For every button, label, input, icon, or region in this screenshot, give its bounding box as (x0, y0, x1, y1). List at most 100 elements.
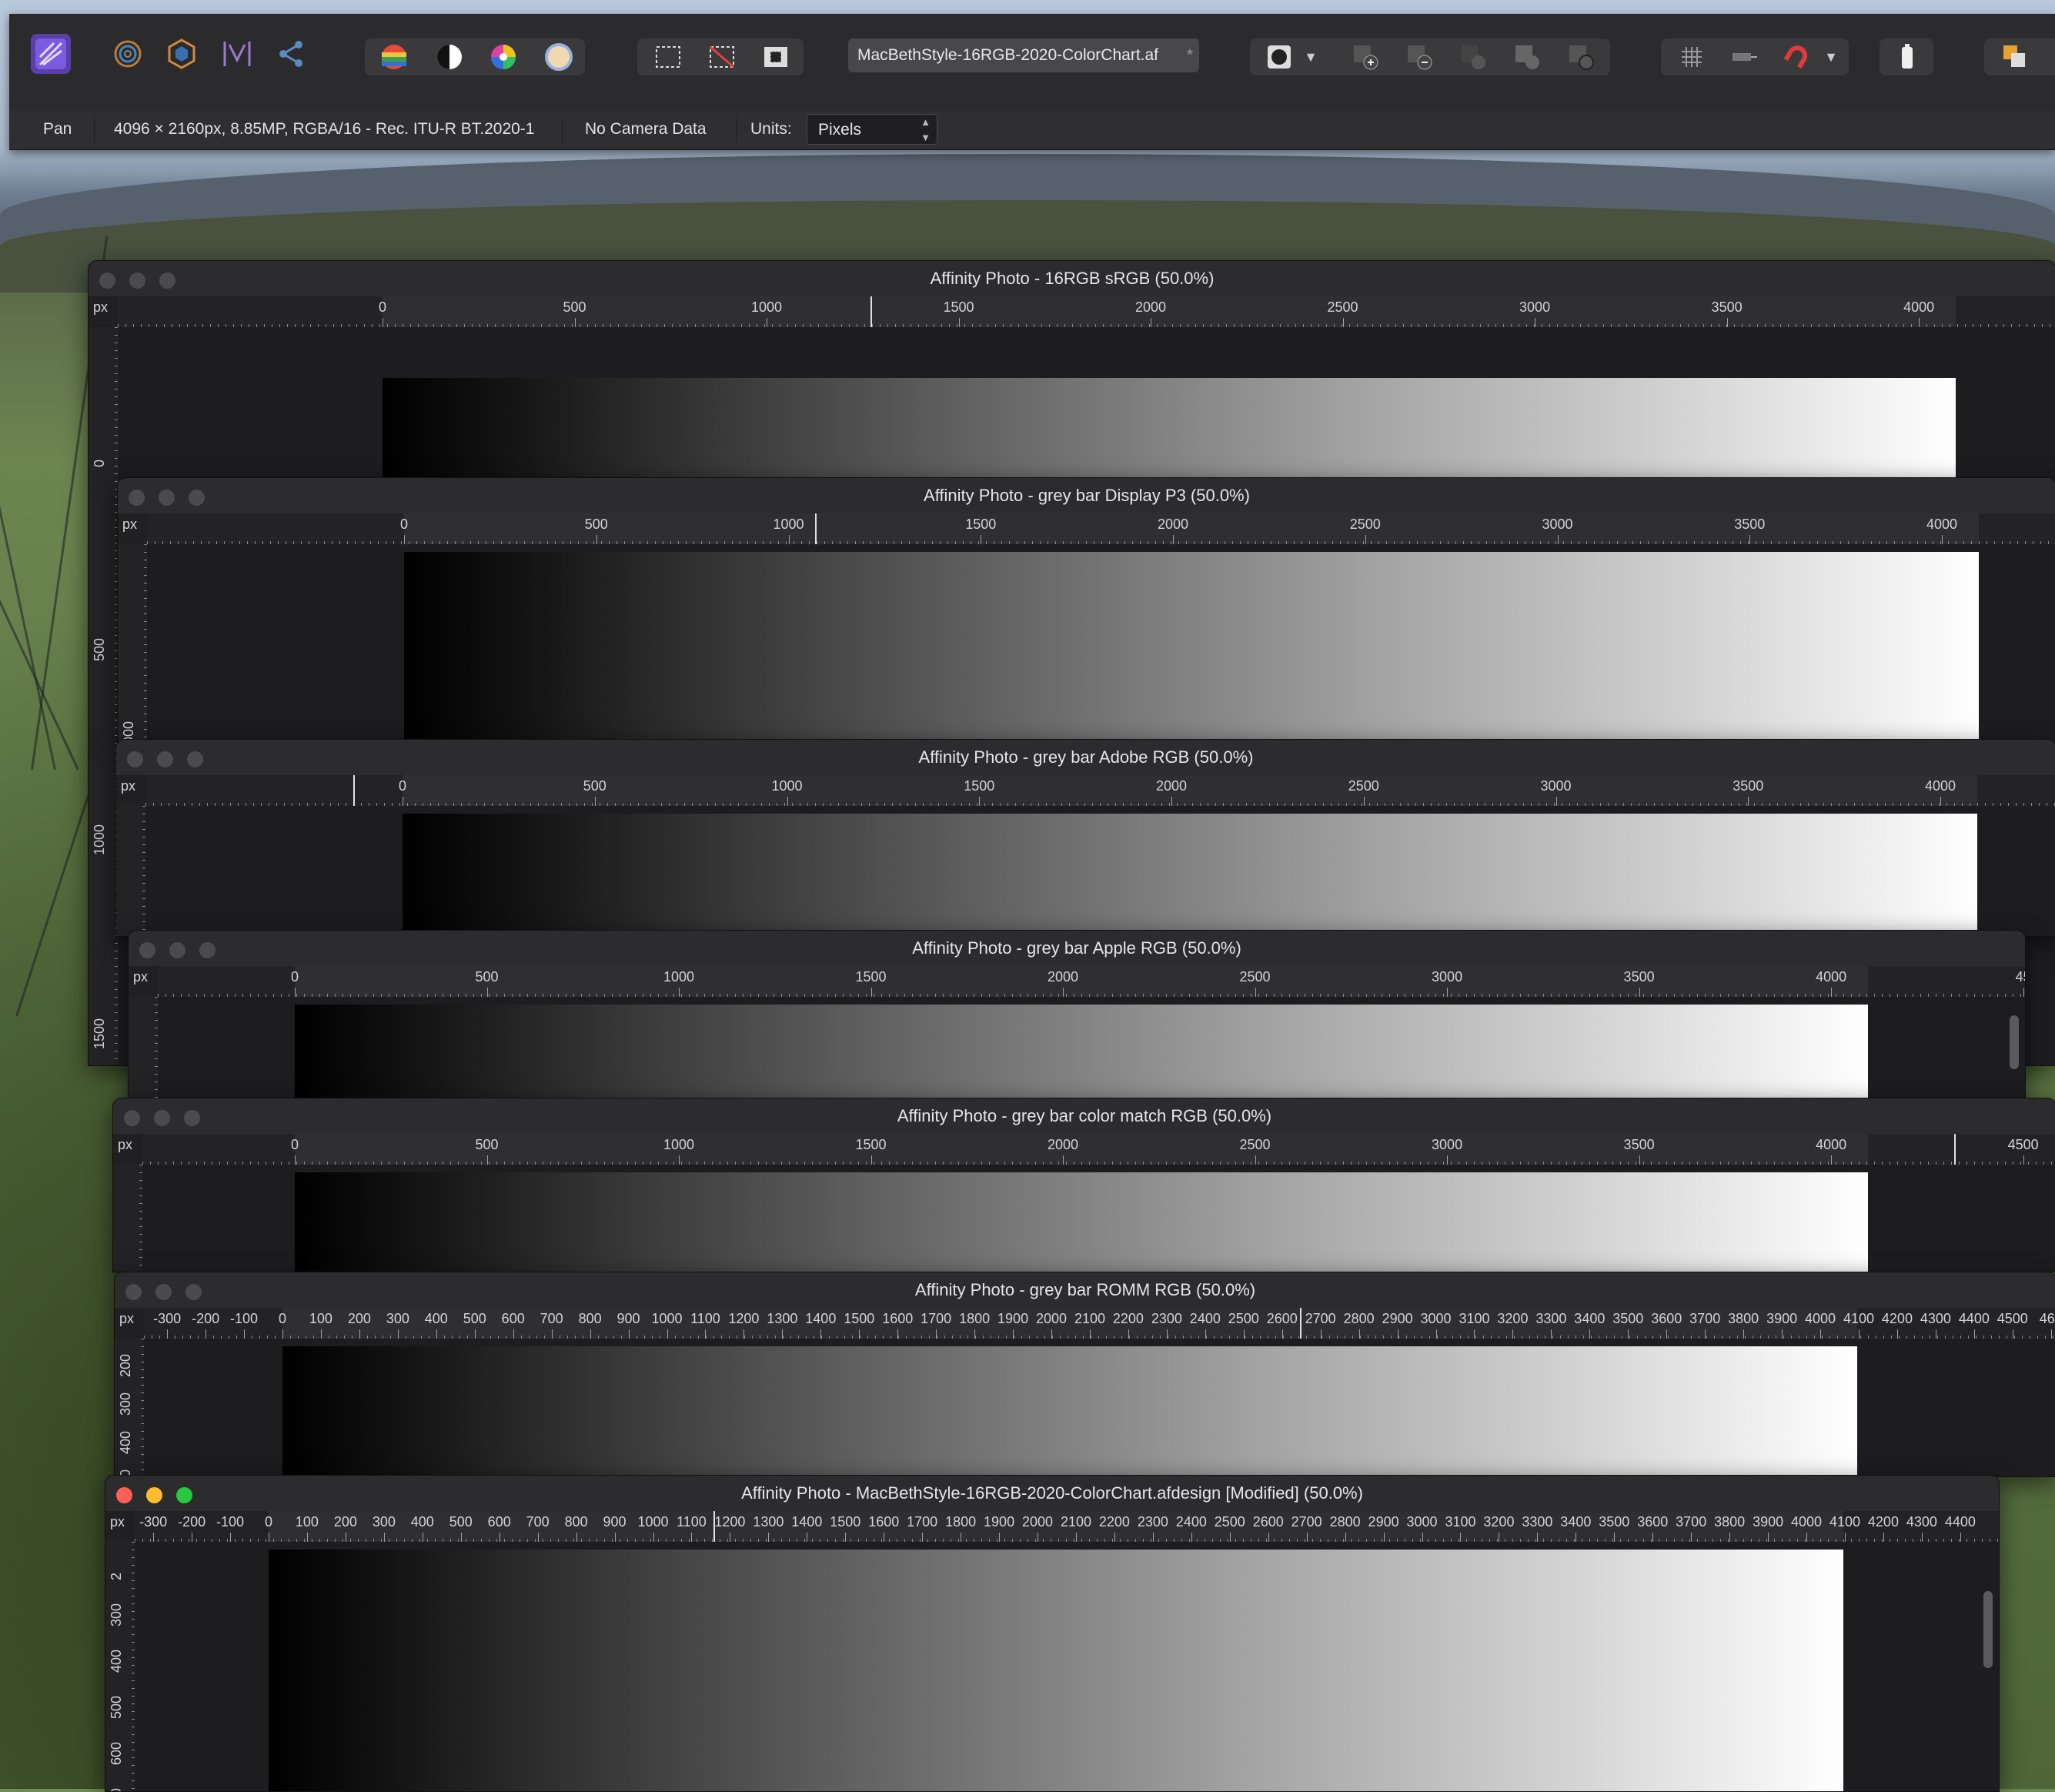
document-window[interactable]: Affinity Photo - grey bar Apple RGB (50.… (128, 930, 2026, 1105)
document-window[interactable]: Affinity Photo - grey bar Display P3 (50… (117, 477, 2055, 744)
document-window[interactable]: Affinity Photo - MacBethStyle-16RGB-2020… (105, 1475, 2000, 1792)
vertical-ruler[interactable]: 2300400500600700800 (105, 1542, 135, 1791)
minimize-window-button[interactable] (169, 942, 185, 958)
window-title-bar[interactable]: Affinity Photo - grey bar Adobe RGB (50.… (116, 740, 2055, 775)
xor-selection-icon[interactable] (1507, 37, 1547, 77)
close-window-button[interactable] (127, 751, 143, 767)
zoom-window-button[interactable] (189, 490, 205, 506)
ruler-label: 2500 (1239, 969, 1271, 985)
document-canvas[interactable] (147, 544, 2055, 744)
document-window[interactable]: Affinity Photo - grey bar color match RG… (112, 1098, 2055, 1272)
vertical-ruler[interactable] (129, 997, 158, 1104)
document-canvas[interactable] (144, 1339, 2055, 1476)
units-dropdown[interactable]: Pixels ▲ ▼ (807, 114, 937, 145)
chevron-down-icon[interactable]: ▼ (1819, 37, 1843, 77)
horizontal-ruler[interactable]: 0 500 1000 1500 2000 2500 3000 3500 4000 45 (158, 966, 2025, 997)
export-persona-icon[interactable] (271, 34, 311, 74)
zoom-window-button[interactable] (185, 1284, 202, 1300)
ruler-label: 3000 (1542, 517, 1573, 532)
document-canvas[interactable] (135, 1542, 1999, 1791)
ruler-major-tick (1691, 1533, 1692, 1542)
black-white-icon[interactable] (429, 37, 469, 77)
ruler-unit-label: px (119, 1311, 135, 1326)
develop-persona-icon[interactable] (162, 34, 202, 74)
zoom-window-button[interactable] (187, 751, 203, 767)
horizontal-ruler[interactable]: -300 -200 -100 0 100 200 300 400 500 600 700 800 900… (135, 1511, 1999, 1542)
ruler-label: 300 (109, 1603, 124, 1627)
ruler-label: 3200 (1483, 1514, 1515, 1530)
window-title-bar[interactable]: Affinity Photo - 16RGB sRGB (50.0%) (89, 261, 2055, 296)
snapping-magnet-icon[interactable] (1776, 37, 1816, 77)
affinity-photo-persona-icon[interactable] (31, 34, 71, 74)
ruler-major-tick (1171, 797, 1173, 806)
close-window-button[interactable] (125, 1284, 142, 1300)
close-window-button[interactable] (116, 1487, 132, 1503)
vertical-ruler[interactable]: 0 500 1000 1500 (89, 327, 118, 1065)
minimize-window-button[interactable] (155, 1284, 172, 1300)
document-window[interactable]: Affinity Photo - grey bar Adobe RGB (50.… (115, 739, 2055, 937)
updown-arrows-icon: ▲ ▼ (921, 116, 931, 143)
zoom-window-button[interactable] (159, 272, 175, 289)
minimize-window-button[interactable] (159, 490, 175, 506)
ruler-major-tick (1358, 1329, 1360, 1339)
ruler-label: 900 (616, 1311, 640, 1326)
grid-icon[interactable] (1672, 37, 1712, 77)
window-title-bar[interactable]: Affinity Photo - grey bar Display P3 (50… (118, 478, 2055, 513)
vertical-ruler[interactable] (113, 1165, 142, 1272)
horizontal-ruler[interactable]: 050010001500200025003000350040004500 (145, 775, 2055, 806)
minimize-window-button[interactable] (154, 1110, 170, 1126)
minimize-window-button[interactable] (146, 1487, 162, 1503)
zoom-window-button[interactable] (199, 942, 216, 958)
close-window-button[interactable] (139, 942, 155, 958)
zoom-window-button[interactable] (176, 1487, 192, 1503)
window-title-bar[interactable]: Affinity Photo - grey bar ROMM RGB (50.0… (115, 1272, 2055, 1308)
horizontal-ruler[interactable]: 050010001500200025003000350040004500 (142, 1134, 2055, 1165)
levels-icon[interactable] (374, 37, 414, 77)
document-window[interactable]: Affinity Photo - grey bar ROMM RGB (50.0… (114, 1272, 2055, 1477)
intersect-selection-icon[interactable] (1453, 37, 1493, 77)
assistant-icon[interactable] (1887, 37, 1927, 77)
vertical-scrollbar[interactable] (1983, 1591, 1993, 1668)
ruler-label: 4300 (1906, 1514, 1937, 1530)
vertical-ruler[interactable]: 200300400500 (115, 1339, 144, 1476)
window-title-bar[interactable]: Affinity Photo - grey bar color match RG… (113, 1098, 2055, 1134)
ruler-label: 4000 (1805, 1311, 1836, 1326)
add-selection-icon[interactable] (1345, 37, 1385, 77)
guides-icon[interactable] (1724, 37, 1764, 77)
vertical-ruler[interactable]: 1000 (118, 544, 147, 744)
zoom-window-button[interactable] (184, 1110, 200, 1126)
ruler-label: 1000 (637, 1514, 669, 1530)
horizontal-ruler[interactable]: 050010001500200025003000350040004500 (147, 513, 2055, 544)
quick-mask-icon[interactable] (1259, 37, 1299, 77)
ruler-label: 2000 (1021, 1514, 1054, 1530)
document-canvas[interactable] (145, 806, 2055, 936)
vertical-ruler[interactable] (116, 806, 145, 936)
minimize-window-button[interactable] (129, 272, 145, 289)
close-window-button[interactable] (129, 490, 145, 506)
minimize-window-button[interactable] (157, 751, 173, 767)
invert-selection-icon[interactable] (756, 37, 796, 77)
tone-mapping-persona-icon[interactable] (217, 34, 257, 74)
close-window-button[interactable] (124, 1110, 140, 1126)
chevron-down-icon[interactable]: ▼ (1299, 37, 1322, 77)
ruler-major-tick (1447, 1155, 1449, 1165)
document-canvas[interactable] (158, 997, 2025, 1104)
deselect-icon[interactable] (702, 37, 742, 77)
document-canvas[interactable] (142, 1165, 2055, 1272)
subtract-selection-icon[interactable] (1399, 37, 1439, 77)
divide-selection-icon[interactable] (1561, 37, 1601, 77)
liquify-persona-icon[interactable] (108, 34, 148, 74)
ruler-major-tick (787, 797, 788, 806)
window-title-bar[interactable]: Affinity Photo - grey bar Apple RGB (50.… (129, 931, 2025, 966)
arrange-icon[interactable] (1995, 37, 2035, 77)
horizontal-ruler[interactable]: 050010001500200025003000350040004500 (118, 296, 2055, 327)
close-window-button[interactable] (99, 272, 115, 289)
window-title-bar[interactable]: Affinity Photo - MacBethStyle-16RGB-2020… (105, 1476, 1999, 1511)
vertical-scrollbar[interactable] (2010, 1015, 2019, 1069)
marquee-select-icon[interactable] (648, 37, 688, 77)
ruler-label: 4400 (1944, 1514, 1976, 1530)
horizontal-ruler[interactable]: -300 -200 -100 0 100 200 300 400 500 600 700 800 900… (144, 1308, 2055, 1339)
white-balance-icon[interactable] (539, 37, 579, 77)
hue-wheel-icon[interactable] (483, 37, 523, 77)
document-selector[interactable]: MacBethStyle-16RGB-2020-ColorChart.af * (848, 38, 1199, 72)
